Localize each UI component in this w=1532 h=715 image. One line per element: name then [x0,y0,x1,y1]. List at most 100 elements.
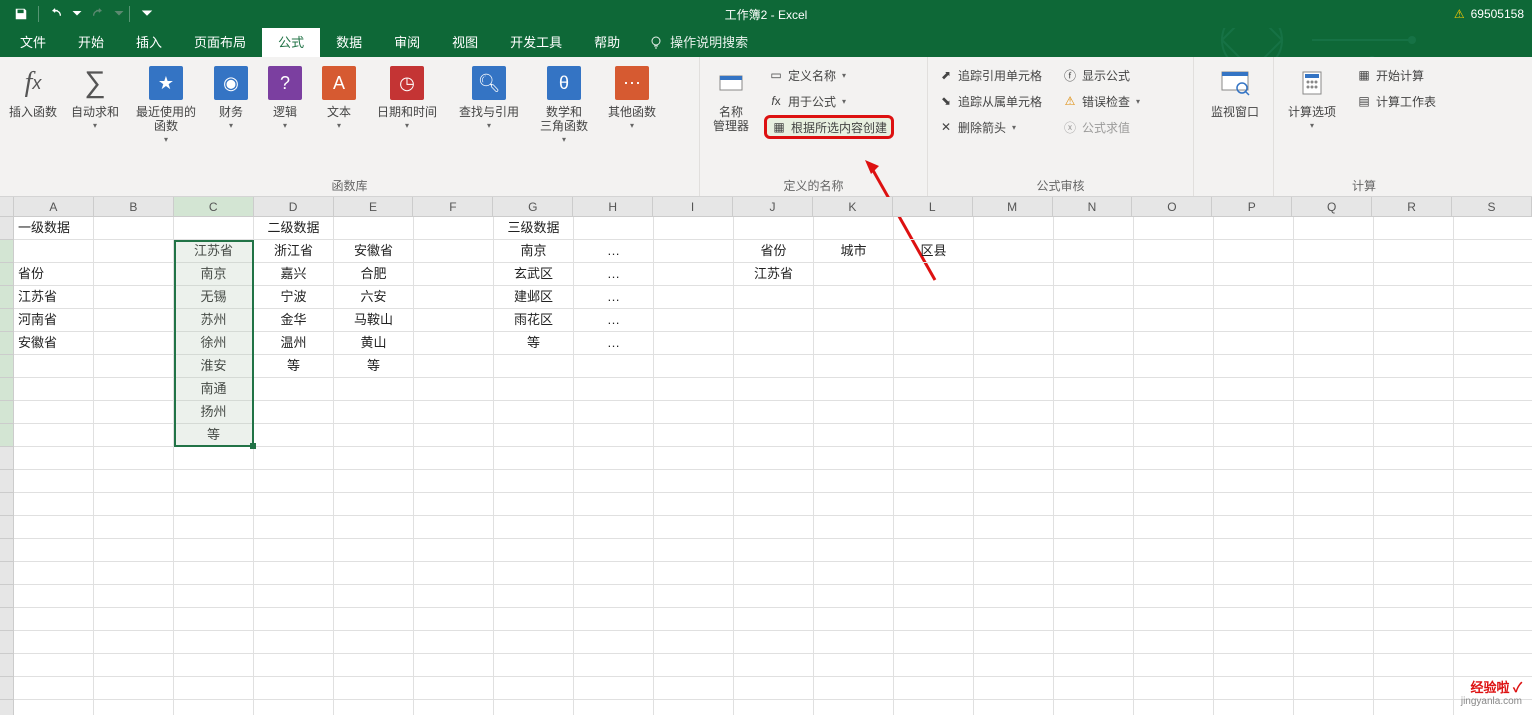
cell[interactable] [974,332,1054,355]
cell[interactable] [1374,332,1454,355]
cell[interactable] [1294,654,1374,677]
cell[interactable] [1134,332,1214,355]
cell[interactable] [334,217,414,240]
cell[interactable] [894,355,974,378]
cell[interactable] [814,677,894,700]
cell[interactable] [1454,493,1532,516]
cell[interactable] [974,424,1054,447]
row-header[interactable] [0,217,14,240]
cell[interactable] [1054,401,1134,424]
cell[interactable] [654,378,734,401]
cell[interactable] [174,539,254,562]
cell[interactable] [1294,516,1374,539]
cell[interactable] [1294,263,1374,286]
cell[interactable] [1374,700,1454,715]
cell[interactable] [1454,332,1532,355]
cell[interactable] [734,700,814,715]
cell[interactable] [814,286,894,309]
row-header[interactable] [0,493,14,516]
cell[interactable] [414,332,494,355]
undo-dropdown[interactable] [71,2,83,26]
cell[interactable] [1294,700,1374,715]
cell[interactable] [334,447,414,470]
cell[interactable] [814,516,894,539]
text-button[interactable]: A 文本▾ [314,61,364,144]
cell[interactable] [94,700,174,715]
cell[interactable] [1454,309,1532,332]
evaluate-formula-button[interactable]: ⓧ公式求值 [1058,115,1144,139]
cell[interactable] [94,631,174,654]
cell[interactable] [974,447,1054,470]
select-all-corner[interactable] [0,197,14,216]
cell[interactable] [654,217,734,240]
cell[interactable] [1214,677,1294,700]
cell[interactable] [1454,516,1532,539]
cell[interactable] [814,539,894,562]
cell[interactable] [254,539,334,562]
cell[interactable] [1134,263,1214,286]
cell[interactable] [334,700,414,715]
cell[interactable] [974,401,1054,424]
mathtrig-button[interactable]: θ 数学和 三角函数▾ [532,61,596,144]
cell[interactable] [654,332,734,355]
cell[interactable] [1294,539,1374,562]
tab-insert[interactable]: 插入 [120,26,178,57]
cell[interactable] [974,654,1054,677]
row-header[interactable] [0,516,14,539]
cell[interactable]: 二级数据 [254,217,334,240]
cell[interactable] [734,424,814,447]
cell[interactable] [1054,263,1134,286]
cell[interactable] [734,677,814,700]
cell[interactable] [1214,332,1294,355]
cell[interactable] [654,263,734,286]
undo-button[interactable] [43,2,69,26]
cell[interactable]: 安徽省 [334,240,414,263]
cell[interactable]: 南通 [174,378,254,401]
cell[interactable] [574,539,654,562]
col-header[interactable]: S [1452,197,1532,216]
cell[interactable] [814,401,894,424]
col-header[interactable]: N [1053,197,1133,216]
cell[interactable] [734,608,814,631]
cell[interactable] [1374,240,1454,263]
cell[interactable] [1374,631,1454,654]
cell[interactable] [574,447,654,470]
cell[interactable] [334,401,414,424]
cell[interactable] [174,493,254,516]
cell[interactable] [574,516,654,539]
cell[interactable] [1454,562,1532,585]
cell[interactable]: 等 [254,355,334,378]
cell[interactable] [174,700,254,715]
cell[interactable]: 金华 [254,309,334,332]
cell[interactable] [814,493,894,516]
cell[interactable] [1374,447,1454,470]
cell[interactable] [894,470,974,493]
cell[interactable] [254,470,334,493]
cell[interactable]: 一级数据 [14,217,94,240]
redo-button[interactable] [85,2,111,26]
col-header[interactable]: B [94,197,174,216]
cell[interactable] [14,677,94,700]
cell[interactable] [14,700,94,715]
cell[interactable] [574,424,654,447]
cell[interactable] [814,378,894,401]
row-header[interactable] [0,424,14,447]
cell[interactable] [654,631,734,654]
cell[interactable] [174,516,254,539]
cell[interactable] [814,470,894,493]
cell[interactable] [254,654,334,677]
cell[interactable] [654,447,734,470]
cell[interactable] [414,654,494,677]
cell[interactable] [814,447,894,470]
row-header[interactable] [0,539,14,562]
cell[interactable] [94,562,174,585]
cell[interactable]: 等 [334,355,414,378]
cell[interactable] [14,401,94,424]
cell[interactable] [1454,447,1532,470]
cell[interactable] [174,470,254,493]
cell[interactable] [14,562,94,585]
cell[interactable] [414,677,494,700]
cell[interactable]: 马鞍山 [334,309,414,332]
cell[interactable] [414,562,494,585]
cell[interactable] [1294,401,1374,424]
